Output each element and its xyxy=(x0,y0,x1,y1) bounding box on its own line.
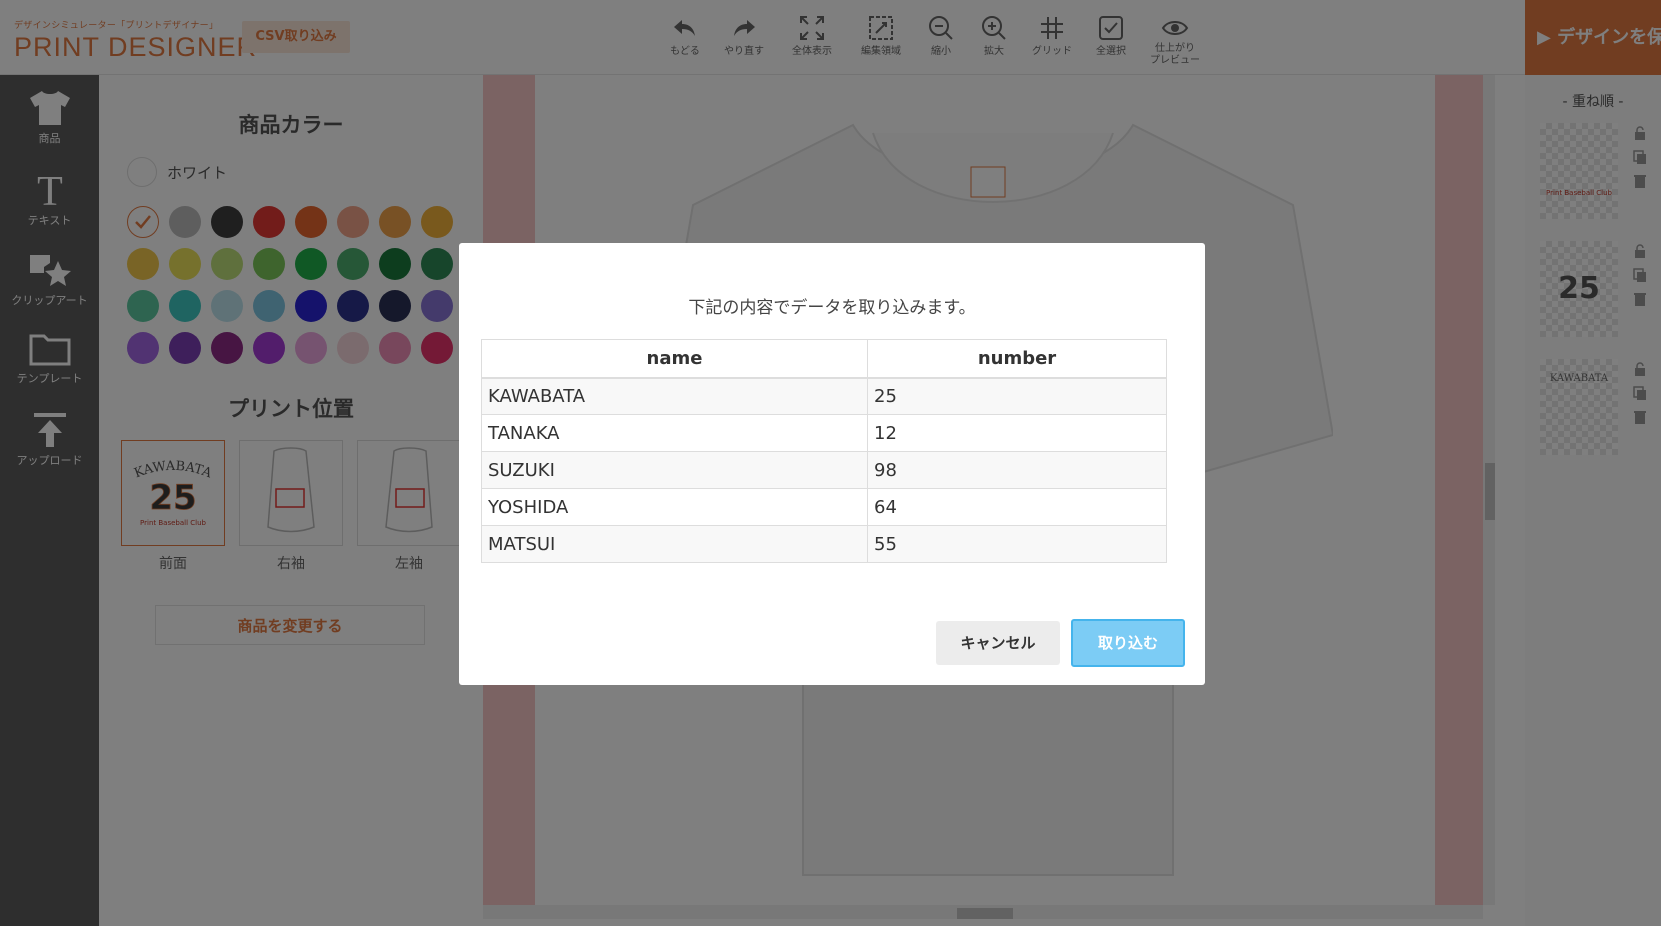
cell-name: TANAKA xyxy=(481,414,868,452)
import-preview-table: name number KAWABATA 25 TANAKA 12 SUZUKI… xyxy=(481,339,1167,563)
column-header-name: name xyxy=(481,339,868,379)
table-row: YOSHIDA 64 xyxy=(481,488,1167,526)
column-header-number: number xyxy=(867,339,1167,379)
app-root: デザインシミュレーター「プリントデザイナー」 PRINT DESIGNER CS… xyxy=(0,0,1661,926)
cell-number: 25 xyxy=(867,377,1167,415)
cell-number: 55 xyxy=(867,525,1167,563)
table-header-row: name number xyxy=(481,339,1167,379)
cell-number: 64 xyxy=(867,488,1167,526)
csv-import-dialog: 下記の内容でデータを取り込みます。 name number KAWABATA 2… xyxy=(459,243,1205,685)
cell-name: KAWABATA xyxy=(481,377,868,415)
import-button[interactable]: 取り込む xyxy=(1071,619,1185,667)
cell-name: YOSHIDA xyxy=(481,488,868,526)
table-row: TANAKA 12 xyxy=(481,414,1167,452)
cell-number: 98 xyxy=(867,451,1167,489)
table-row: KAWABATA 25 xyxy=(481,377,1167,415)
table-row: MATSUI 55 xyxy=(481,525,1167,563)
cell-name: SUZUKI xyxy=(481,451,868,489)
table-row: SUZUKI 98 xyxy=(481,451,1167,489)
dialog-message: 下記の内容でデータを取り込みます。 xyxy=(688,298,976,318)
cell-number: 12 xyxy=(867,414,1167,452)
cancel-button[interactable]: キャンセル xyxy=(936,621,1060,665)
cell-name: MATSUI xyxy=(481,525,868,563)
